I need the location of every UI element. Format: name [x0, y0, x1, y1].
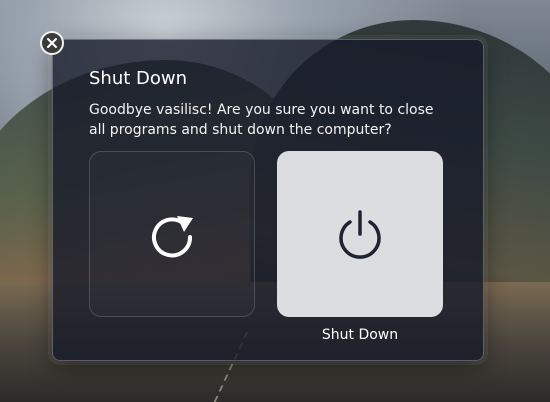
power-icon [339, 210, 381, 259]
restart-icon [152, 216, 193, 258]
desktop-background: Shut Down Goodbye vasilisc! Are you sure… [0, 0, 550, 402]
dialog-message: Goodbye vasilisc! Are you sure you want … [89, 102, 434, 138]
shutdown-button[interactable] [277, 151, 443, 317]
shutdown-label: Shut Down [321, 327, 399, 343]
shutdown-dialog: Shut Down Goodbye vasilisc! Are you sure… [52, 39, 484, 361]
dialog-title: Shut Down [89, 68, 188, 89]
close-button[interactable] [40, 31, 64, 55]
restart-button[interactable] [89, 151, 255, 317]
close-icon [47, 38, 57, 48]
